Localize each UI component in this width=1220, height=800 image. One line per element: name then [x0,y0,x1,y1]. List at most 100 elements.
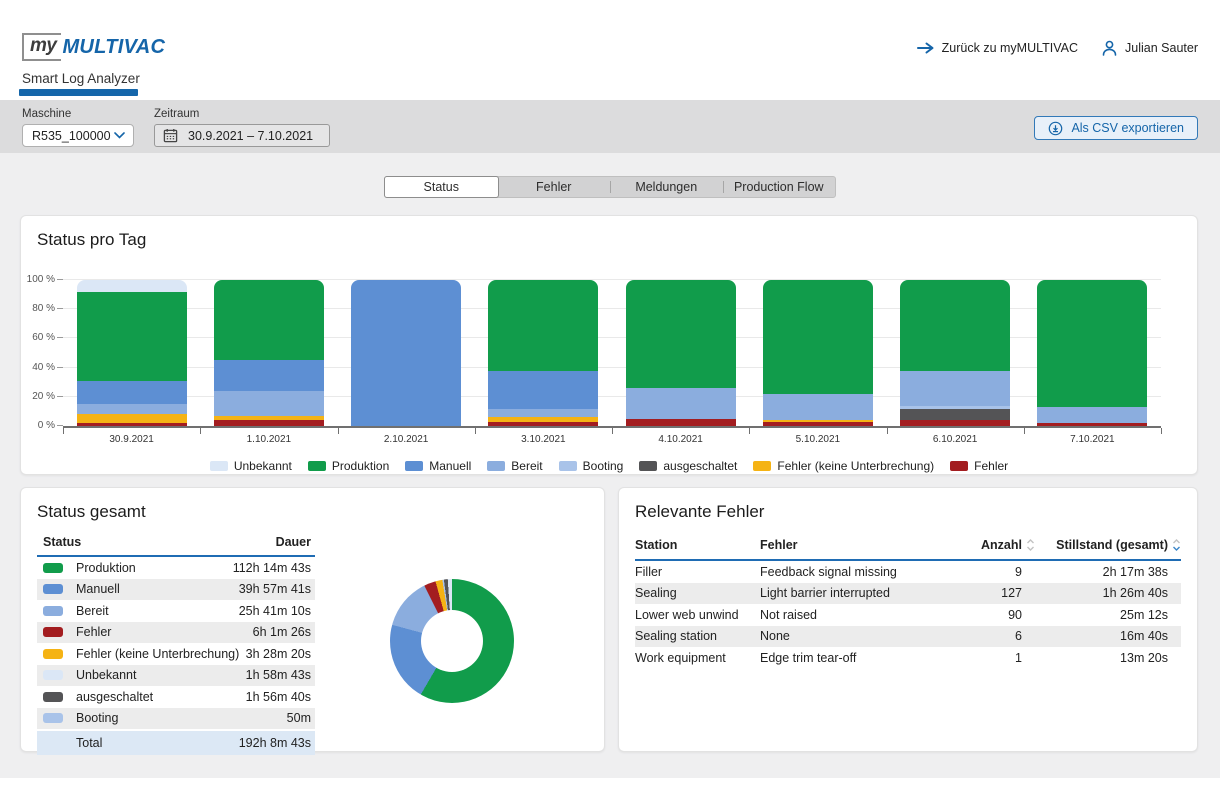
stacked-bar [749,280,886,426]
app-header: my MULTIVAC Smart Log Analyzer Zurück zu… [0,0,1220,100]
brand-logo: my MULTIVAC [22,33,165,61]
x-tick-label: 5.10.2021 [749,434,886,445]
machine-select-value: R535_100000 [32,129,111,143]
status-swatch [43,670,63,680]
legend-swatch [308,461,326,471]
anzahl-column-header[interactable]: Anzahl [975,538,1035,552]
export-csv-label: Als CSV exportieren [1071,121,1184,135]
error-row: SealingLight barrier interrupted1271h 26… [635,583,1181,605]
period-filter-group: Zeitraum 30.9.2021 – 7.10.2021 [154,108,330,153]
y-tick-label: 80 % [15,303,55,314]
tab-fehler[interactable]: Fehler [498,177,611,197]
tab-smart-log-analyzer[interactable]: Smart Log Analyzer [22,71,140,86]
legend-swatch [210,461,228,471]
machine-label: Maschine [22,108,134,120]
legend-item: Bereit [487,459,542,473]
sort-arrows-desc-icon [1172,539,1181,551]
active-tab-underline [19,89,138,96]
sort-arrows-icon [1026,539,1035,551]
status-swatch [43,649,63,659]
status-swatch [43,692,63,702]
dauer-column-header: Dauer [276,535,311,549]
status-row: Produktion112h 14m 43s [37,557,315,579]
status-swatch [43,713,63,723]
period-date-range-input[interactable]: 30.9.2021 – 7.10.2021 [154,124,330,147]
status-swatch [43,606,63,616]
stacked-bar [475,280,612,426]
legend-item: Manuell [405,459,471,473]
x-tick-label: 6.10.2021 [887,434,1024,445]
machine-filter-group: Maschine R535_100000 [22,108,134,153]
stacked-bar [200,280,337,426]
stacked-bar [63,280,200,426]
machine-select[interactable]: R535_100000 [22,124,134,147]
status-table-body: Produktion112h 14m 43sManuell39h 57m 41s… [37,557,315,755]
back-to-mymultivac-link[interactable]: Zurück zu myMULTIVAC [917,41,1078,55]
status-row: ausgeschaltet1h 56m 40s [37,686,315,708]
y-tick-label: 100 % [15,274,55,285]
stacked-bar [1024,280,1161,426]
donut-chart-area [315,532,588,755]
status-row: Unbekannt1h 58m 43s [37,665,315,687]
download-circle-icon [1048,121,1063,136]
legend-item: Fehler (keine Unterbrechung) [753,459,934,473]
status-donut-chart [390,579,514,703]
user-menu[interactable]: Julian Sauter [1102,40,1198,56]
relevant-errors-table: Station Fehler Anzahl Stillstand (gesamt… [635,534,1181,669]
status-per-day-card: Status pro Tag 0 %20 %40 %60 %80 %100 % … [20,215,1198,475]
calendar-icon [163,128,178,143]
y-tick-label: 40 % [15,362,55,373]
x-tick-label: 4.10.2021 [612,434,749,445]
status-total-card: Status gesamt Status Dauer Produktion112… [20,487,605,752]
legend-swatch [753,461,771,471]
relevant-errors-title: Relevante Fehler [635,502,1181,522]
status-total-title: Status gesamt [37,502,588,522]
relevant-errors-card: Relevante Fehler Station Fehler Anzahl S… [618,487,1198,752]
logo-my-text: my [22,33,61,61]
legend-item: Unbekannt [210,459,292,473]
tab-meldungen[interactable]: Meldungen [610,177,723,197]
bar-group [63,280,1161,426]
status-column-header: Status [43,535,81,549]
legend-item: Booting [559,459,624,473]
station-column-header: Station [635,538,760,552]
x-tick-label: 2.10.2021 [338,434,475,445]
legend-item: ausgeschaltet [639,459,737,473]
legend-swatch [405,461,423,471]
back-link-label: Zurück zu myMULTIVAC [942,41,1078,55]
status-swatch [43,563,63,573]
legend-swatch [487,461,505,471]
status-total-table: Status Dauer Produktion112h 14m 43sManue… [37,532,315,755]
user-name: Julian Sauter [1125,41,1198,55]
chevron-down-icon [114,132,125,139]
stacked-bar [612,280,749,426]
fehler-column-header: Fehler [760,538,975,552]
legend-swatch [639,461,657,471]
error-row: Sealing stationNone616m 40s [635,626,1181,648]
period-label: Zeitraum [154,108,330,120]
chart-legend: UnbekanntProduktionManuellBereitBootinga… [37,459,1181,473]
status-row: Booting50m [37,708,315,730]
status-per-day-title: Status pro Tag [37,230,1181,250]
x-tick-label: 30.9.2021 [63,434,200,445]
tab-production-flow[interactable]: Production Flow [723,177,836,197]
stacked-bar [887,280,1024,426]
status-table-header: Status Dauer [37,532,315,557]
error-row: Lower web unwindNot raised9025m 12s [635,604,1181,626]
status-swatch [43,584,63,594]
x-tick-label: 1.10.2021 [200,434,337,445]
x-tick-label: 7.10.2021 [1024,434,1161,445]
export-csv-button[interactable]: Als CSV exportieren [1034,116,1198,140]
error-row: FillerFeedback signal missing92h 17m 38s [635,561,1181,583]
stillstand-column-header[interactable]: Stillstand (gesamt) [1035,538,1181,552]
tab-status[interactable]: Status [384,176,499,198]
plot-area: 0 %20 %40 %60 %80 %100 % [63,280,1161,428]
status-row: Fehler (keine Unterbrechung)3h 28m 20s [37,643,315,665]
y-tick-label: 0 % [15,420,55,431]
error-table-body: FillerFeedback signal missing92h 17m 38s… [635,561,1181,669]
status-swatch [43,627,63,637]
main-content: Status Fehler Meldungen Production Flow … [0,153,1220,778]
status-row: Manuell39h 57m 41s [37,579,315,601]
page-bottom-spacer [0,778,1220,800]
person-icon [1102,40,1117,56]
